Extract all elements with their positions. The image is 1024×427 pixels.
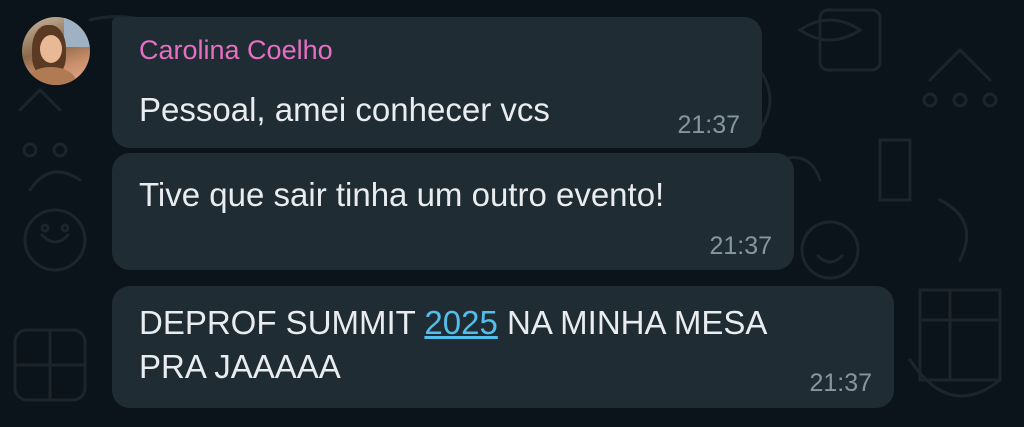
- avatar-background: [64, 17, 90, 47]
- message-text-part: NA MINHA MESA: [497, 304, 768, 341]
- sender-name[interactable]: Carolina Coelho: [139, 35, 333, 66]
- message-text-line2: PRA JAAAAA: [139, 348, 341, 385]
- avatar-shoulder: [26, 67, 76, 85]
- message-text: Tive que sair tinha um outro evento!: [139, 176, 665, 213]
- message-text: Pessoal, amei conhecer vcs: [139, 91, 550, 128]
- message-bubble-1[interactable]: Carolina Coelho Pessoal, amei conhecer v…: [112, 17, 762, 148]
- message-link[interactable]: 2025: [424, 304, 497, 341]
- contact-avatar[interactable]: [22, 17, 90, 85]
- message-timestamp: 21:37: [809, 369, 872, 397]
- message-text-part: DEPROF SUMMIT: [139, 304, 425, 341]
- message-text: DEPROF SUMMIT 2025 NA MINHA MESA PRA JAA…: [139, 301, 767, 389]
- avatar-face: [40, 35, 62, 63]
- message-bubble-3[interactable]: DEPROF SUMMIT 2025 NA MINHA MESA PRA JAA…: [112, 286, 894, 408]
- message-timestamp: 21:37: [677, 111, 740, 139]
- message-bubble-2[interactable]: Tive que sair tinha um outro evento! 21:…: [112, 153, 794, 270]
- message-timestamp: 21:37: [709, 232, 772, 260]
